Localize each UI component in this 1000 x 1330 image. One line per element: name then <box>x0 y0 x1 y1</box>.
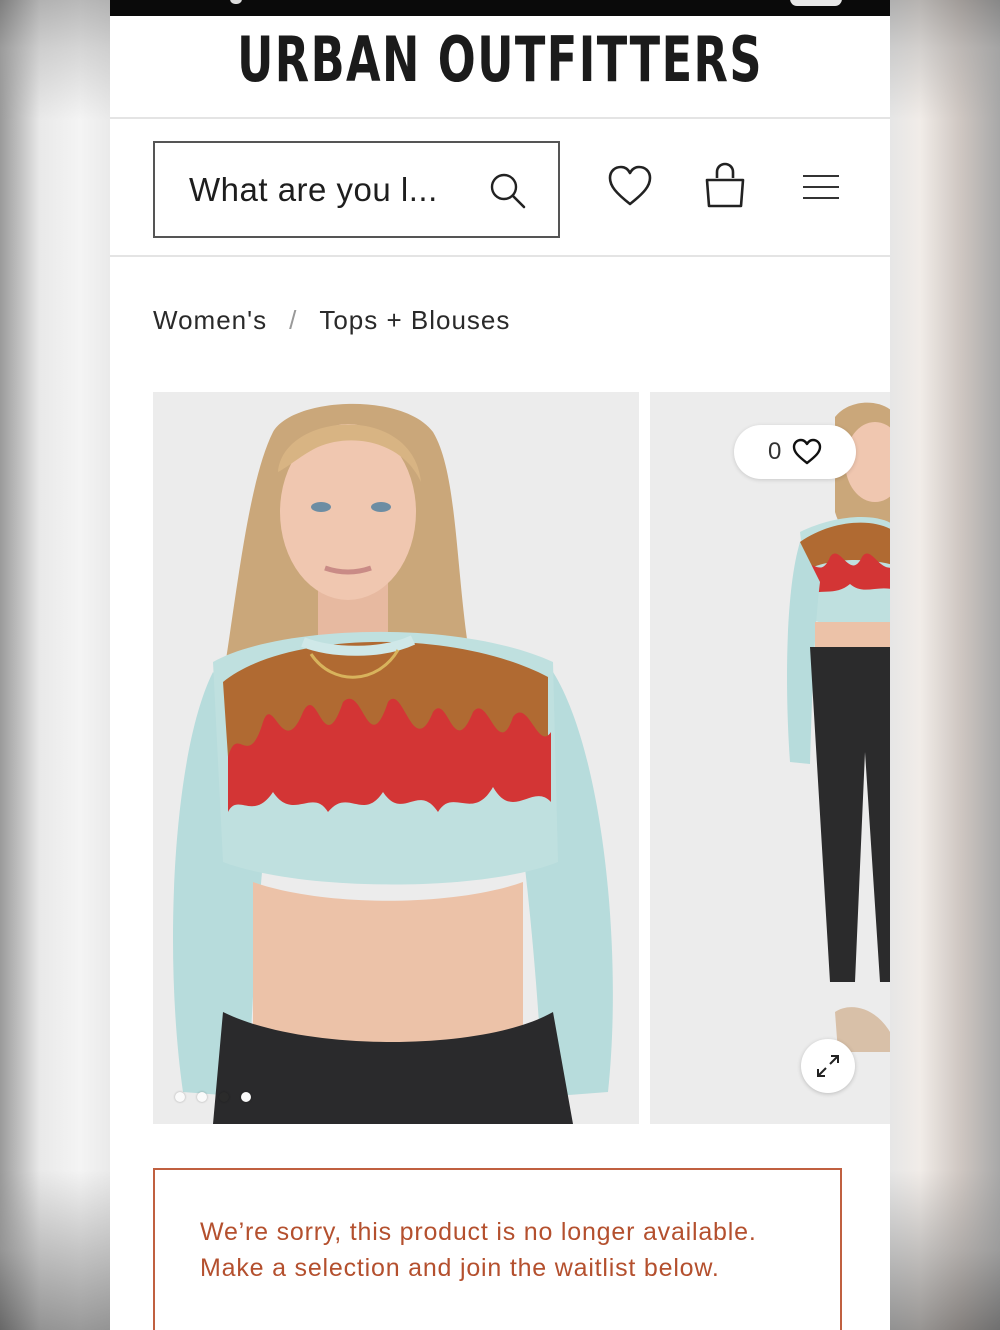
status-indicator <box>230 0 242 4</box>
notice-line-2: Make a selection and join the waitlist b… <box>200 1254 720 1282</box>
breadcrumb-separator: / <box>289 305 298 335</box>
carousel-dot[interactable] <box>175 1092 185 1102</box>
like-count: 0 <box>768 438 782 465</box>
product-photo-illustration <box>153 392 639 1124</box>
wishlist-button[interactable] <box>606 160 654 214</box>
heart-icon <box>608 165 652 206</box>
product-image-secondary[interactable] <box>650 392 890 1124</box>
like-button[interactable]: 0 <box>734 425 856 479</box>
site-logo[interactable]: URBAN OUTFITTERS <box>219 20 781 100</box>
product-photo-illustration-2 <box>650 392 890 1124</box>
search-placeholder: What are you l... <box>189 171 438 208</box>
notice-line-1: We’re sorry, this product is no longer a… <box>200 1218 757 1246</box>
search-input[interactable]: What are you l... <box>153 141 560 238</box>
breadcrumb-womens[interactable]: Women's <box>153 305 267 335</box>
carousel-dot[interactable] <box>241 1092 251 1102</box>
search-icon[interactable] <box>489 172 527 210</box>
expand-icon <box>817 1055 839 1077</box>
breadcrumb: Women's / Tops + Blouses <box>153 298 510 342</box>
carousel-dot[interactable] <box>197 1092 207 1102</box>
heart-icon <box>792 438 822 465</box>
status-pill <box>790 0 842 6</box>
breadcrumb-tops-blouses[interactable]: Tops + Blouses <box>319 305 510 335</box>
carousel-dot-active[interactable] <box>219 1092 229 1102</box>
cart-button[interactable] <box>701 160 749 214</box>
search-divider <box>110 255 890 257</box>
shopping-bag-icon <box>705 162 745 208</box>
status-bar <box>110 0 890 16</box>
phone-screen: URBAN OUTFITTERS What are you l... Women… <box>110 0 890 1330</box>
unavailable-notice: We’re sorry, this product is no longer a… <box>153 1168 842 1330</box>
product-image-main[interactable] <box>153 392 639 1124</box>
menu-button[interactable] <box>797 160 845 214</box>
header-divider <box>110 117 890 119</box>
carousel-dots <box>175 1087 263 1102</box>
expand-image-button[interactable] <box>801 1039 855 1093</box>
hamburger-menu-icon <box>803 175 839 199</box>
